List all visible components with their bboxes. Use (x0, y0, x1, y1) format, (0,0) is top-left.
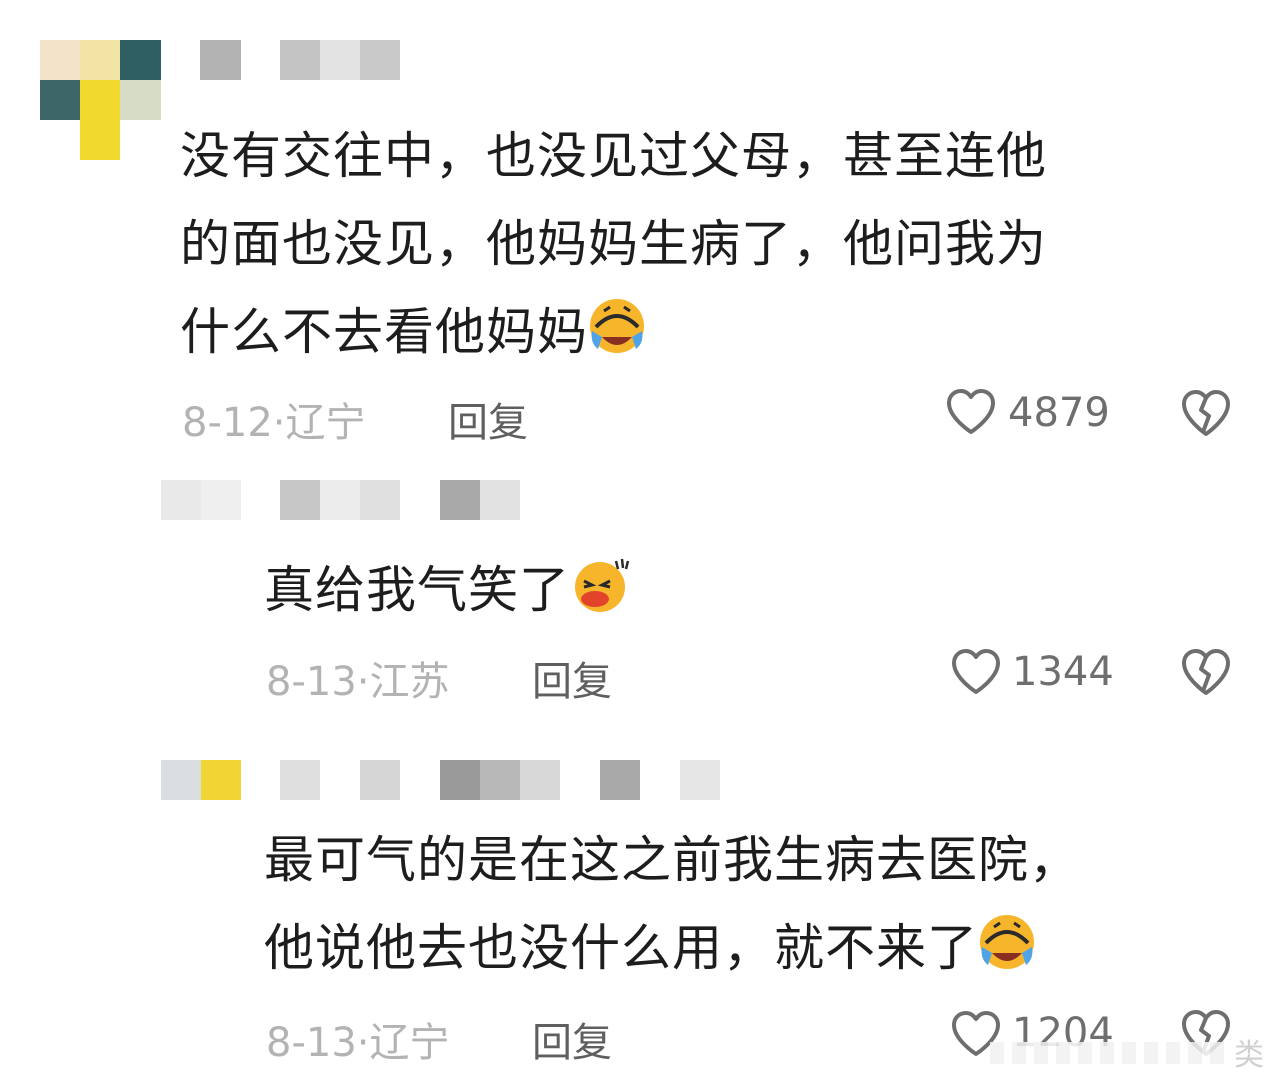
avatar[interactable] (161, 480, 241, 520)
heart-outline-icon[interactable] (945, 388, 997, 436)
comment-line: 他说他去也没什么用，就不来了 (264, 904, 1080, 992)
username-blurred[interactable] (280, 760, 720, 800)
watermark-text: 类 (1234, 1038, 1264, 1073)
reply-button[interactable]: 回复 (532, 649, 612, 707)
avatar[interactable] (40, 40, 161, 160)
comment-line: 最可气的是在这之前我生病去医院， (264, 831, 1080, 889)
comment-line: 什么不去看他妈妈 (180, 288, 1047, 376)
comment-line: 没有交往中，也没见过父母，甚至连他 (180, 127, 1047, 185)
comment-line: 的面也没见，他妈妈生病了，他问我为 (180, 215, 1047, 273)
heart-outline-icon[interactable] (950, 648, 1002, 696)
comment-date-location: 8-13·辽宁 (266, 1020, 450, 1066)
comment-text: 真给我气笑了 (264, 546, 632, 634)
username-blurred[interactable] (200, 40, 400, 80)
comment-date-location: 8-13·江苏 (266, 659, 450, 705)
loudly-crying-face-icon (590, 299, 644, 353)
username-blurred[interactable] (280, 480, 520, 520)
reply-button[interactable]: 回复 (448, 390, 528, 448)
broken-heart-icon[interactable] (1180, 647, 1232, 697)
reply-button[interactable]: 回复 (532, 1010, 612, 1068)
comment-line-text: 他说他去也没什么用，就不来了 (264, 919, 978, 977)
comment-line: 真给我气笑了 (264, 546, 632, 634)
laughing-face-icon (575, 558, 630, 612)
comment-line-text: 真给我气笑了 (264, 561, 570, 619)
avatar[interactable] (161, 760, 241, 800)
comment-date-location: 8-12·辽宁 (182, 400, 366, 446)
like-count: 1344 (1012, 649, 1114, 695)
comment-text: 最可气的是在这之前我生病去医院， 他说他去也没什么用，就不来了 (264, 816, 1080, 992)
loudly-crying-face-icon (980, 915, 1034, 969)
comment-text: 没有交往中，也没见过父母，甚至连他 的面也没见，他妈妈生病了，他问我为 什么不去… (180, 112, 1047, 376)
broken-heart-icon[interactable] (1180, 388, 1232, 438)
comment-line-text: 什么不去看他妈妈 (180, 303, 588, 361)
like-count: 4879 (1008, 390, 1110, 436)
watermark-strip (990, 1042, 1230, 1064)
